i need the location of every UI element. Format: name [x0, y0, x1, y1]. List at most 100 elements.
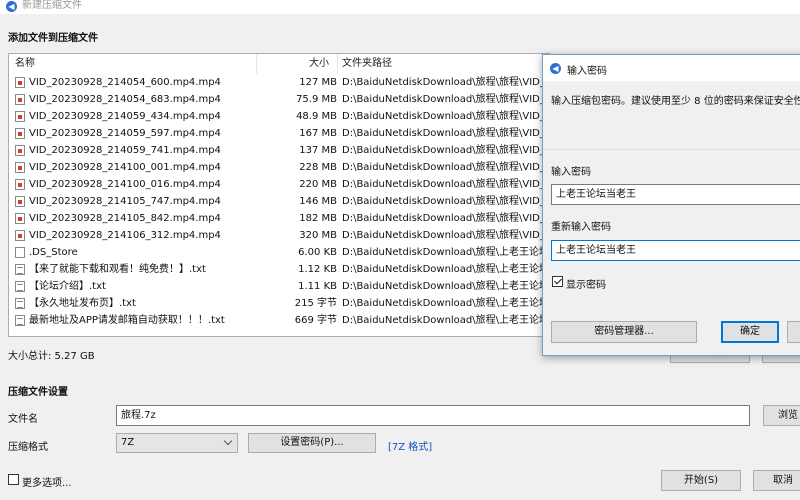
file-size: 75.9 MB: [296, 94, 337, 105]
file-name: VID_20230928_214059_434.mp4.mp4: [29, 111, 221, 122]
filename-input[interactable]: 旅程.7z: [116, 405, 750, 426]
settings-heading: 压缩文件设置: [8, 387, 68, 398]
file-row[interactable]: 最新地址及APP请发邮箱自动获取！！！.txt 669 字节 D:\BaiduNet…: [9, 312, 549, 329]
dialog-cancel-button[interactable]: [787, 321, 800, 343]
file-name: VID_20230928_214054_683.mp4.mp4: [29, 94, 221, 105]
column-divider[interactable]: [337, 54, 338, 74]
browse-button[interactable]: 浏览: [763, 405, 800, 426]
format-info-link[interactable]: [7Z 格式]: [388, 438, 432, 453]
file-path: D:\BaiduNetdiskDownload\旅程\上老王论坛: [342, 315, 550, 326]
file-name: 【永久地址发布页】.txt: [29, 298, 136, 309]
file-row[interactable]: VID_20230928_214059_434.mp4.mp4 48.9 MB D:…: [9, 108, 549, 125]
video-file-icon: [15, 179, 25, 190]
file-size: 215 字节: [294, 298, 337, 309]
password-input[interactable]: 上老王论坛当老王: [551, 184, 800, 205]
file-row[interactable]: VID_20230928_214054_600.mp4.mp4 127 MB D:\…: [9, 74, 549, 91]
text-file-icon: [15, 298, 25, 309]
password-label: 输入密码: [551, 167, 591, 178]
file-name: VID_20230928_214106_312.mp4.mp4: [29, 230, 221, 241]
file-path: D:\BaiduNetdiskDownload\旅程\旅程\VID_2: [342, 77, 550, 88]
cancel-button[interactable]: 取消: [753, 470, 800, 491]
video-file-icon: [15, 145, 25, 156]
file-icon: [15, 247, 25, 258]
video-file-icon: [15, 77, 25, 88]
file-row[interactable]: .DS_Store 6.00 KB D:\BaiduNetdiskDownload\…: [9, 244, 549, 261]
column-header-name[interactable]: 名称: [15, 54, 35, 74]
file-path: D:\BaiduNetdiskDownload\旅程\上老王论坛: [342, 264, 550, 275]
file-name: VID_20230928_214054_600.mp4.mp4: [29, 77, 221, 88]
more-options-checkbox[interactable]: [8, 474, 19, 485]
password-manager-button[interactable]: 密码管理器...: [551, 321, 697, 343]
file-path: D:\BaiduNetdiskDownload\旅程\旅程\VID_2: [342, 145, 550, 156]
chevron-down-icon: [223, 436, 233, 446]
start-button[interactable]: 开始(S): [661, 470, 741, 491]
repeat-password-input[interactable]: 上老王论坛当老王: [551, 240, 800, 261]
column-divider[interactable]: [256, 54, 257, 74]
file-path: D:\BaiduNetdiskDownload\旅程\旅程\VID_2: [342, 128, 550, 139]
file-name: 最新地址及APP请发邮箱自动获取！！！.txt: [29, 315, 225, 326]
file-row[interactable]: 【论坛介绍】.txt 1.11 KB D:\BaiduNetdiskDownload…: [9, 278, 549, 295]
file-size: 220 MB: [299, 179, 337, 190]
file-name: 【来了就能下载和观看！纯免费！】.txt: [29, 264, 206, 275]
set-password-button[interactable]: 设置密码(P)...: [248, 433, 376, 453]
file-size: 137 MB: [299, 145, 337, 156]
more-options-label: 更多选项...: [22, 478, 72, 489]
file-path: D:\BaiduNetdiskDownload\旅程\旅程\VID_2: [342, 213, 550, 224]
filename-label: 文件名: [8, 414, 38, 425]
file-name: .DS_Store: [29, 247, 78, 258]
video-file-icon: [15, 162, 25, 173]
app-logo-icon: ◀: [550, 63, 561, 74]
file-row[interactable]: VID_20230928_214059_597.mp4.mp4 167 MB D:\…: [9, 125, 549, 142]
total-size: 大小总计: 5.27 GB: [8, 351, 95, 362]
password-dialog: ◀ 输入密码 输入压缩包密码。建议使用至少 8 位的密码来保证安全性。 输入密码…: [542, 54, 800, 356]
file-row[interactable]: VID_20230928_214106_312.mp4.mp4 320 MB D:\…: [9, 227, 549, 244]
format-selected-value: 7Z: [121, 437, 135, 448]
file-row[interactable]: 【来了就能下载和观看！纯免费！】.txt 1.12 KB D:\BaiduNetdi…: [9, 261, 549, 278]
file-size: 1.12 KB: [298, 264, 337, 275]
show-password-label: 显示密码: [566, 280, 606, 291]
file-row[interactable]: 【永久地址发布页】.txt 215 字节 D:\BaiduNetdiskDownlo…: [9, 295, 549, 312]
file-name: VID_20230928_214100_016.mp4.mp4: [29, 179, 221, 190]
file-name: VID_20230928_214059_597.mp4.mp4: [29, 128, 221, 139]
file-row[interactable]: VID_20230928_214059_741.mp4.mp4 137 MB D:\…: [9, 142, 549, 159]
file-path: D:\BaiduNetdiskDownload\旅程\上老王论坛: [342, 247, 550, 258]
video-file-icon: [15, 230, 25, 241]
file-name: VID_20230928_214100_001.mp4.mp4: [29, 162, 221, 173]
file-row[interactable]: VID_20230928_214105_747.mp4.mp4 146 MB D:\…: [9, 193, 549, 210]
file-name: VID_20230928_214059_741.mp4.mp4: [29, 145, 221, 156]
file-size: 228 MB: [299, 162, 337, 173]
file-row[interactable]: VID_20230928_214100_016.mp4.mp4 220 MB D:\…: [9, 176, 549, 193]
file-path: D:\BaiduNetdiskDownload\旅程\旅程\VID_2: [342, 94, 550, 105]
file-size: 1.11 KB: [298, 281, 337, 292]
app-logo-icon: ◀: [6, 1, 17, 12]
repeat-password-label: 重新输入密码: [551, 222, 611, 233]
text-file-icon: [15, 264, 25, 275]
file-list[interactable]: 名称 大小 文件夹路径 VID_20230928_214054_600.mp4.…: [8, 53, 550, 337]
column-header-path[interactable]: 文件夹路径: [342, 54, 392, 74]
file-size: 182 MB: [299, 213, 337, 224]
add-files-heading: 添加文件到压缩文件: [8, 33, 98, 44]
file-path: D:\BaiduNetdiskDownload\旅程\旅程\VID_2: [342, 230, 550, 241]
video-file-icon: [15, 213, 25, 224]
file-size: 167 MB: [299, 128, 337, 139]
format-label: 压缩格式: [8, 442, 48, 453]
file-size: 127 MB: [299, 77, 337, 88]
video-file-icon: [15, 128, 25, 139]
file-path: D:\BaiduNetdiskDownload\旅程\旅程\VID_2: [342, 111, 550, 122]
file-name: 【论坛介绍】.txt: [29, 281, 106, 292]
show-password-checkbox[interactable]: [552, 276, 563, 287]
format-select[interactable]: 7Z: [116, 433, 238, 453]
column-header-size[interactable]: 大小: [309, 54, 329, 74]
dialog-title: 输入密码: [567, 66, 607, 77]
file-row[interactable]: VID_20230928_214100_001.mp4.mp4 228 MB D:\…: [9, 159, 549, 176]
ok-button[interactable]: 确定: [721, 321, 779, 343]
file-row[interactable]: VID_20230928_214105_842.mp4.mp4 182 MB D:\…: [9, 210, 549, 227]
file-path: D:\BaiduNetdiskDownload\旅程\旅程\VID_2: [342, 196, 550, 207]
file-row[interactable]: VID_20230928_214054_683.mp4.mp4 75.9 MB D:…: [9, 91, 549, 108]
title-bar: ◀ 新建压缩文件: [0, 0, 800, 14]
file-path: D:\BaiduNetdiskDownload\旅程\上老王论坛: [342, 281, 550, 292]
file-path: D:\BaiduNetdiskDownload\旅程\上老王论坛: [342, 298, 550, 309]
file-size: 6.00 KB: [298, 247, 337, 258]
dialog-divider: [543, 149, 800, 150]
text-file-icon: [15, 281, 25, 292]
